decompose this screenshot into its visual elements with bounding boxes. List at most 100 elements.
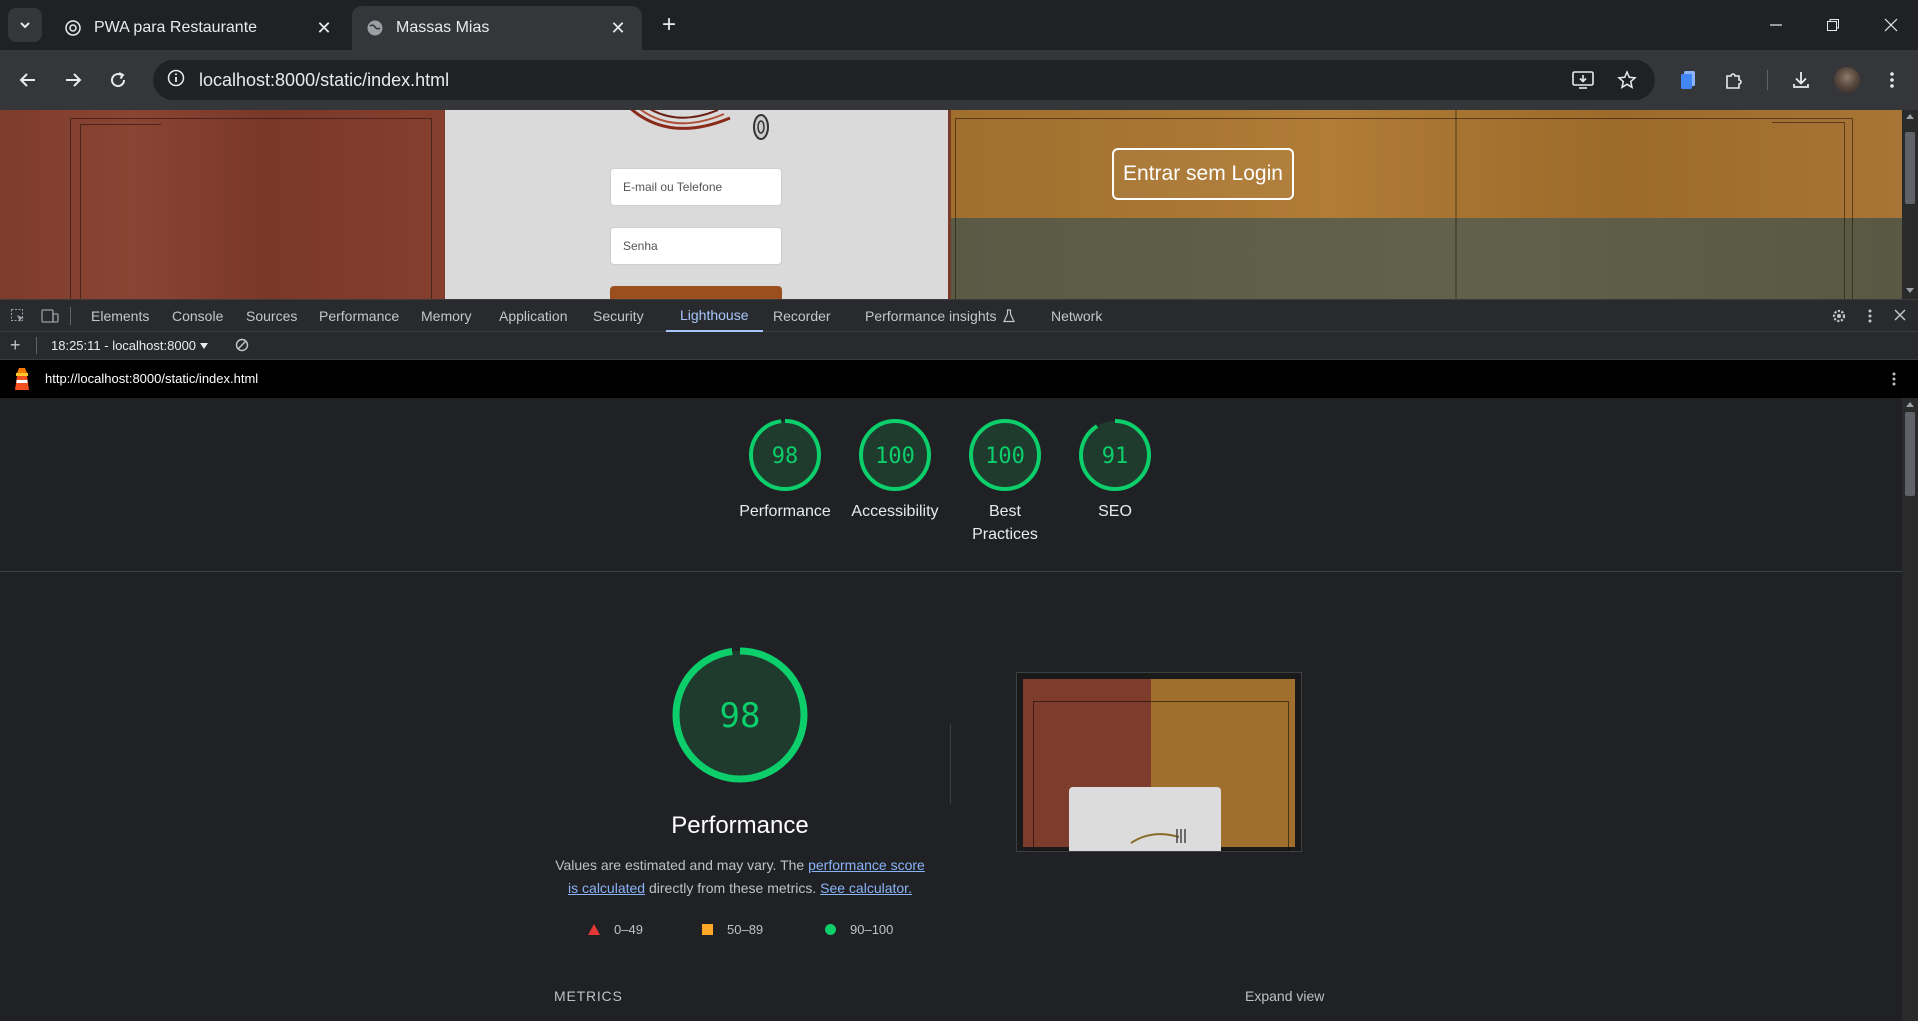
password-field[interactable]: Senha — [610, 227, 782, 265]
scroll-down-icon[interactable] — [1906, 288, 1914, 293]
report-selector-label: 18:25:11 - localhost:8000 — [51, 338, 197, 353]
frame-decoration — [955, 118, 1853, 299]
close-window-button[interactable] — [1873, 10, 1909, 40]
legend-fail: 0–49 — [588, 922, 643, 937]
tab-lighthouse[interactable]: Lighthouse — [666, 300, 763, 332]
tab-security[interactable]: Security — [593, 300, 644, 332]
gauge-label: SEO — [1098, 503, 1132, 520]
tab-recorder[interactable]: Recorder — [773, 300, 831, 332]
reload-button[interactable] — [100, 62, 136, 98]
gauge-label: Best Practices — [972, 503, 1038, 543]
close-icon[interactable]: ✕ — [608, 18, 628, 38]
main-score: 98 — [720, 696, 761, 736]
minimize-icon — [1770, 24, 1782, 26]
report-selector[interactable]: 18:25:11 - localhost:8000 — [51, 338, 209, 353]
frame-decoration — [1772, 122, 1845, 299]
score-gauge-best-practices[interactable]: 100 — [968, 418, 1042, 492]
tab-application[interactable]: Application — [499, 300, 568, 332]
score-gauge-accessibility[interactable]: 100 — [858, 418, 932, 492]
settings-gear-icon[interactable] — [1831, 308, 1847, 329]
openai-icon — [64, 19, 82, 37]
lighthouse-logo-icon — [15, 368, 29, 390]
minimize-button[interactable] — [1758, 10, 1794, 40]
bookmark-star-icon[interactable] — [1611, 64, 1643, 96]
new-tab-button[interactable]: + — [656, 11, 682, 38]
circle-icon — [825, 924, 836, 935]
tab-performance-insights[interactable]: Performance insights — [865, 300, 1015, 332]
install-app-icon[interactable] — [1567, 64, 1599, 96]
desc-text: directly from these metrics. — [645, 880, 821, 896]
site-info-icon[interactable] — [167, 69, 185, 92]
metrics-heading: METRICS — [554, 988, 623, 1004]
score-gauge-seo[interactable]: 91 — [1078, 418, 1152, 492]
tab-console[interactable]: Console — [172, 300, 223, 332]
tab-massas-mias[interactable]: Massas Mias ✕ — [352, 6, 642, 50]
device-toolbar-icon[interactable] — [41, 308, 59, 329]
frame-decoration — [80, 124, 161, 299]
restore-button[interactable] — [1815, 10, 1851, 40]
page-viewport: E-mail ou Telefone Senha Entrar sem Logi… — [0, 110, 1902, 299]
see-calculator-link[interactable]: See calculator. — [820, 880, 912, 896]
main-score-title: Performance — [671, 812, 809, 839]
legend-label: 90–100 — [850, 922, 894, 937]
legend-label: 50–89 — [727, 922, 764, 937]
scroll-up-icon[interactable] — [1906, 402, 1914, 407]
clear-reports-icon[interactable] — [235, 338, 249, 355]
tab-sources[interactable]: Sources — [246, 300, 297, 332]
scrollbar-thumb[interactable] — [1905, 132, 1915, 204]
address-bar[interactable]: localhost:8000/static/index.html — [153, 60, 1655, 100]
gauge-label: Accessibility — [851, 503, 939, 520]
legend-pass: 90–100 — [825, 922, 893, 937]
restore-icon — [1827, 19, 1839, 31]
scrollbar-thumb[interactable] — [1905, 412, 1915, 496]
desc-text: Values are estimated and may vary. The — [555, 857, 809, 873]
score-description: Values are estimated and may vary. The p… — [553, 854, 927, 900]
tab-strip: PWA para Restaurante ✕ Massas Mias ✕ + — [0, 0, 1918, 50]
tab-pwa-restaurante[interactable]: PWA para Restaurante ✕ — [50, 6, 348, 50]
gauge-score: 91 — [1102, 444, 1129, 469]
lighthouse-report: 98 Performance 100 Accessibility 100 Best Prac… — [0, 398, 1902, 1021]
report-scrollbar[interactable] — [1902, 398, 1918, 1021]
guest-login-button[interactable]: Entrar sem Login — [1112, 148, 1294, 200]
flask-icon — [1002, 309, 1015, 323]
scroll-up-icon[interactable] — [1906, 114, 1914, 119]
back-button[interactable] — [10, 62, 46, 98]
dropdown-triangle-icon — [200, 342, 209, 349]
avatar[interactable] — [1834, 67, 1860, 93]
score-gauge-performance[interactable]: 98 — [748, 418, 822, 492]
email-field[interactable]: E-mail ou Telefone — [610, 168, 782, 206]
globe-icon — [366, 19, 384, 37]
chevron-down-icon — [20, 22, 30, 29]
new-report-button[interactable]: + — [10, 335, 21, 356]
tab-memory[interactable]: Memory — [421, 300, 472, 332]
tab-title: PWA para Restaurante — [94, 19, 258, 36]
extension-docs-icon[interactable] — [1672, 64, 1704, 96]
devtools-menu-icon[interactable] — [1867, 308, 1873, 329]
legend-label: 0–49 — [614, 922, 643, 937]
downloads-icon[interactable] — [1785, 64, 1817, 96]
triangle-icon — [588, 924, 600, 935]
close-icon[interactable]: ✕ — [314, 18, 334, 38]
page-scrollbar[interactable] — [1902, 110, 1918, 299]
extensions-puzzle-icon[interactable] — [1718, 64, 1750, 96]
inspect-element-icon[interactable] — [10, 308, 26, 329]
gauge-score: 100 — [875, 444, 915, 469]
reload-icon — [111, 72, 126, 88]
tab-search-button[interactable] — [8, 8, 42, 42]
tab-network[interactable]: Network — [1051, 300, 1102, 332]
thumb-logo — [1130, 829, 1186, 844]
divider — [70, 307, 71, 325]
report-menu-icon[interactable] — [1891, 371, 1897, 392]
lighthouse-toolbar: + 18:25:11 - localhost:8000 — [0, 332, 1918, 360]
performance-main-gauge[interactable]: 98 — [670, 645, 810, 785]
tab-elements[interactable]: Elements — [91, 300, 149, 332]
forward-button[interactable] — [55, 62, 91, 98]
close-icon — [1884, 18, 1898, 32]
tab-performance[interactable]: Performance — [319, 300, 399, 332]
close-devtools-icon[interactable] — [1893, 308, 1907, 327]
chrome-menu-icon[interactable] — [1876, 64, 1908, 96]
final-screenshot-thumbnail[interactable] — [1016, 672, 1302, 852]
login-button[interactable] — [610, 286, 782, 299]
expand-view-toggle[interactable]: Expand view — [1245, 988, 1324, 1004]
legend-average: 50–89 — [702, 922, 763, 937]
